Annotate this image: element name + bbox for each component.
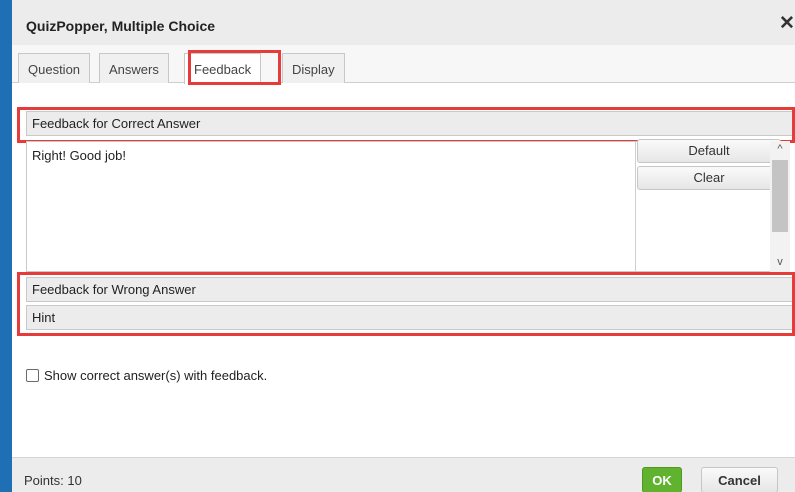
points-label: Points: 10 — [24, 473, 82, 488]
tab-answers[interactable]: Answers — [99, 53, 169, 83]
section-hint-header[interactable]: Hint — [26, 305, 793, 330]
quizpopper-dialog: QuizPopper, Multiple Choice ✕ Question A… — [12, 0, 795, 492]
chevron-down-icon[interactable]: v — [770, 254, 790, 270]
chevron-up-icon[interactable]: ^ — [770, 141, 790, 157]
dialog-titlebar: QuizPopper, Multiple Choice ✕ — [12, 0, 795, 45]
close-icon[interactable]: ✕ — [779, 14, 795, 33]
editor-divider — [635, 142, 636, 271]
tab-question[interactable]: Question — [18, 53, 91, 83]
correct-feedback-text[interactable]: Right! Good job! — [32, 148, 126, 163]
tab-bar: Question Answers Feedback Display — [12, 45, 795, 84]
scrollbar-thumb[interactable] — [772, 160, 788, 232]
tab-feedback[interactable]: Feedback — [184, 53, 262, 84]
editor-scrollbar[interactable]: ^ v — [770, 141, 790, 272]
section-wrong-header[interactable]: Feedback for Wrong Answer — [26, 277, 793, 302]
dialog-footer: Points: 10 OK Cancel — [12, 457, 795, 492]
window-left-accent — [0, 0, 12, 492]
cancel-button[interactable]: Cancel — [701, 467, 778, 492]
ok-button[interactable]: OK — [642, 467, 682, 492]
section-correct-header[interactable]: Feedback for Correct Answer — [26, 111, 793, 136]
show-correct-label: Show correct answer(s) with feedback. — [44, 367, 268, 383]
clear-button[interactable]: Clear — [637, 166, 781, 190]
dialog-title: QuizPopper, Multiple Choice — [26, 18, 216, 34]
show-correct-option[interactable]: Show correct answer(s) with feedback. — [26, 366, 267, 384]
correct-feedback-editor[interactable]: Right! Good job! Default Clear — [26, 139, 781, 272]
default-button[interactable]: Default — [637, 139, 781, 163]
show-correct-checkbox[interactable] — [26, 368, 39, 382]
tab-display[interactable]: Display — [282, 53, 345, 83]
